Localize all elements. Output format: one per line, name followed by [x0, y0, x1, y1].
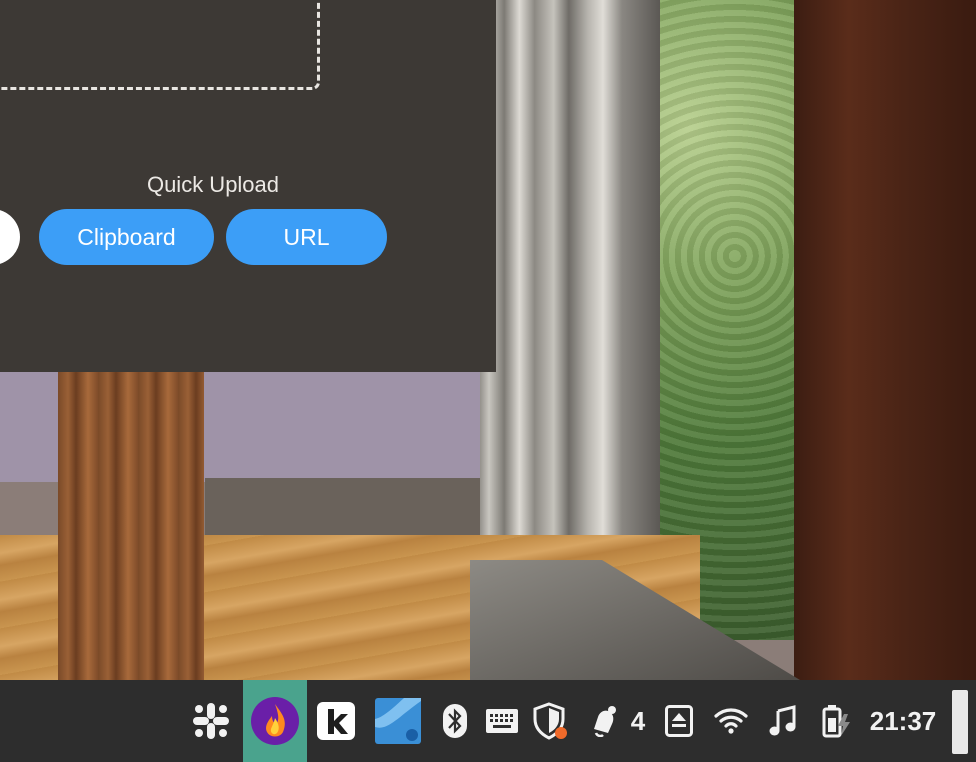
notification-count: 4 [630, 705, 646, 736]
notifications-tray[interactable] [586, 680, 620, 762]
upload-dialog: Quick Upload Clipboard URL [0, 0, 496, 372]
image-viewer-icon [375, 698, 421, 744]
show-desktop-button[interactable] [952, 690, 968, 754]
quick-upload-title: Quick Upload [146, 172, 280, 197]
image-viewer-app[interactable] [372, 680, 424, 762]
security-tray[interactable] [532, 680, 570, 762]
kdeconnect-app[interactable] [312, 680, 360, 762]
flameshot-app[interactable] [243, 680, 307, 762]
taskbar: 4 21:37 [0, 680, 976, 762]
clipboard-button[interactable]: Clipboard [39, 209, 214, 265]
clock[interactable]: 21:37 [866, 680, 940, 762]
wifi-icon [714, 708, 748, 734]
keyboard-icon [486, 709, 518, 733]
wallpaper-wood-panel [794, 0, 976, 680]
notification-bell-icon [594, 706, 616, 737]
upload-option-button[interactable] [0, 209, 20, 265]
slack-icon [193, 703, 229, 739]
bluetooth-tray[interactable] [440, 680, 470, 762]
music-note-icon [769, 705, 796, 736]
drop-zone[interactable] [0, 0, 320, 90]
slack-app[interactable] [186, 680, 236, 762]
battery-charging-icon [822, 705, 850, 738]
media-tray[interactable] [766, 680, 800, 762]
flameshot-icon [251, 697, 299, 745]
keyboard-tray[interactable] [482, 680, 522, 762]
bluetooth-icon [443, 704, 467, 738]
battery-tray[interactable] [818, 680, 854, 762]
removable-media-tray[interactable] [662, 680, 696, 762]
eject-icon [665, 705, 693, 737]
kdeconnect-icon [317, 702, 355, 740]
wifi-tray[interactable] [712, 680, 750, 762]
wallpaper-baseboard [205, 478, 480, 538]
wallpaper-table-leg [58, 372, 204, 680]
url-button[interactable]: URL [226, 209, 387, 265]
shield-icon [533, 702, 567, 740]
